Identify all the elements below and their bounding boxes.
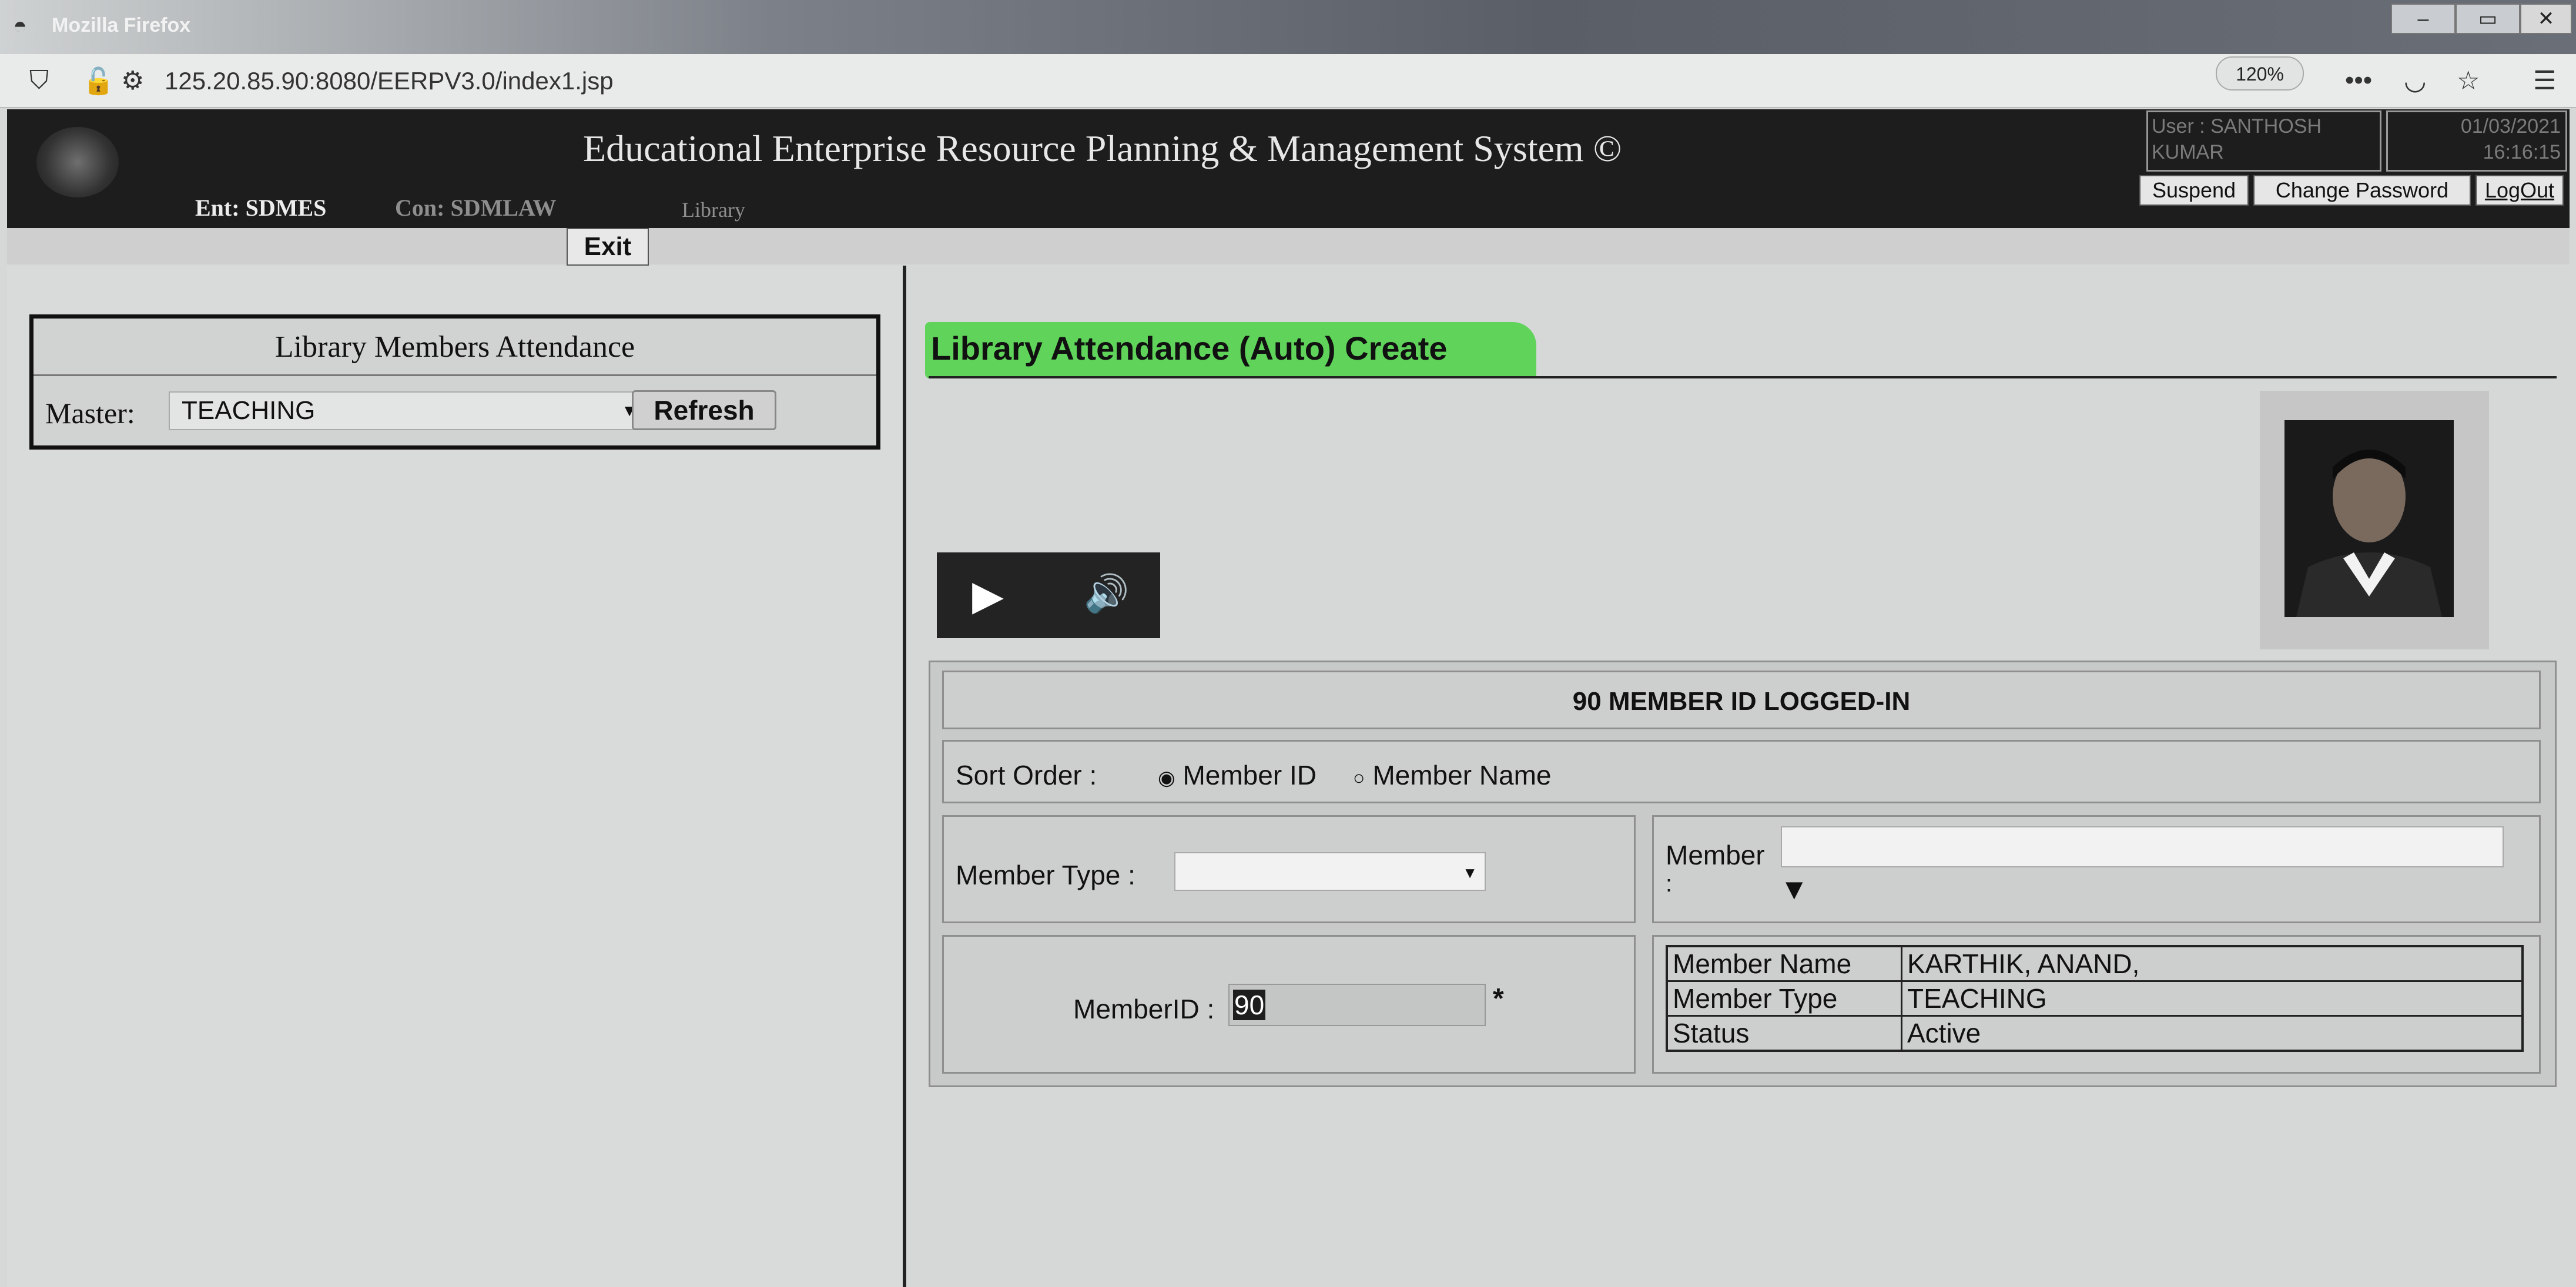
window-title: Mozilla Firefox bbox=[52, 14, 191, 36]
radio-selected-icon: ◉ bbox=[1158, 767, 1175, 789]
logout-button[interactable]: LogOut bbox=[2475, 175, 2564, 206]
radio-label-member-id: Member ID bbox=[1183, 760, 1317, 790]
info-label: Status bbox=[1666, 1015, 1902, 1052]
box-title: Library Members Attendance bbox=[34, 319, 876, 376]
date-time-display: 01/03/2021 16:16:15 bbox=[2386, 110, 2567, 172]
table-row: Status Active bbox=[1666, 1015, 2524, 1052]
volume-icon[interactable]: 🔊 bbox=[1084, 572, 1129, 615]
logged-in-message: 90 MEMBER ID LOGGED-IN bbox=[942, 671, 2541, 729]
radio-label-member-name: Member Name bbox=[1372, 760, 1552, 790]
title-divider bbox=[929, 376, 2557, 378]
radio-unselected-icon: ○ bbox=[1353, 767, 1365, 789]
person-silhouette-icon bbox=[2284, 420, 2454, 617]
user-info: User : SANTHOSH KUMAR bbox=[2146, 110, 2381, 172]
member-label: Member bbox=[1666, 840, 1765, 870]
play-icon[interactable]: ▶ bbox=[972, 571, 1004, 619]
master-select-value: TEACHING bbox=[182, 396, 316, 425]
minimize-button[interactable]: – bbox=[2391, 4, 2456, 34]
sort-order-label: Sort Order : bbox=[956, 760, 1097, 790]
suspend-button[interactable]: Suspend bbox=[2139, 175, 2249, 206]
app-title: Educational Enterprise Resource Planning… bbox=[583, 128, 1622, 169]
member-row: Member : ▼ bbox=[1652, 815, 2541, 923]
member-type-row: Member Type : ▼ bbox=[942, 815, 1636, 923]
enterprise-label: Ent: SDMES bbox=[195, 195, 327, 221]
pocket-icon[interactable]: ◡ bbox=[2404, 66, 2426, 96]
member-id-value: 90 bbox=[1233, 990, 1266, 1020]
info-label: Member Name bbox=[1666, 945, 1902, 982]
info-value: Active bbox=[1901, 1015, 2524, 1052]
app-header: Educational Enterprise Resource Planning… bbox=[7, 109, 2570, 228]
menu-icon[interactable]: ☰ bbox=[2533, 66, 2556, 96]
exit-button[interactable]: Exit bbox=[567, 228, 649, 266]
sort-order-row: Sort Order : ◉ Member ID ○ Member Name bbox=[942, 740, 2541, 803]
info-value: KARTHIK, ANAND, bbox=[1901, 945, 2524, 982]
module-label: Library bbox=[682, 198, 745, 222]
master-select[interactable]: TEACHING ▼ bbox=[169, 391, 651, 430]
user-name-line2: KUMAR bbox=[2152, 141, 2224, 163]
refresh-button[interactable]: Refresh bbox=[632, 390, 776, 430]
maximize-button[interactable]: ▭ bbox=[2456, 4, 2520, 34]
menu-bar bbox=[7, 228, 2570, 264]
shield-icon[interactable]: ⛉ bbox=[29, 66, 49, 95]
member-id-row: MemberID : 90 * bbox=[942, 935, 1636, 1074]
change-password-button[interactable]: Change Password bbox=[2253, 175, 2471, 206]
member-search-input[interactable] bbox=[1781, 826, 2504, 867]
concern-label: Con: SDMLAW bbox=[395, 195, 557, 221]
time-text: 16:16:15 bbox=[2483, 141, 2561, 163]
sort-by-member-name-radio[interactable]: ○ Member Name bbox=[1353, 759, 1552, 791]
dropdown-arrow-icon[interactable]: ▼ bbox=[1780, 872, 1809, 906]
user-name-line1: User : SANTHOSH bbox=[2152, 115, 2322, 138]
member-id-label: MemberID : bbox=[1073, 994, 1215, 1024]
info-label: Member Type bbox=[1666, 980, 1902, 1017]
info-value: TEACHING bbox=[1901, 980, 2524, 1017]
date-text: 01/03/2021 bbox=[2460, 115, 2561, 138]
member-type-label: Member Type : bbox=[956, 860, 1135, 890]
required-indicator: * bbox=[1493, 983, 1504, 1014]
table-row: Member Name KARTHIK, ANAND, bbox=[1666, 945, 2524, 982]
page-title: Library Attendance (Auto) Create bbox=[931, 330, 1448, 367]
library-members-attendance-box: Library Members Attendance Master: TEACH… bbox=[29, 314, 880, 450]
bookmark-star-icon[interactable]: ☆ bbox=[2457, 66, 2480, 96]
master-label: Master: bbox=[45, 397, 135, 430]
member-info-row: Member Name KARTHIK, ANAND, Member Type … bbox=[1652, 935, 2541, 1074]
attendance-form: 90 MEMBER ID LOGGED-IN Sort Order : ◉ Me… bbox=[929, 661, 2557, 1087]
member-photo-image bbox=[2284, 420, 2454, 617]
zoom-level-badge[interactable]: 120% bbox=[2216, 56, 2304, 91]
member-id-input[interactable]: 90 bbox=[1228, 984, 1486, 1026]
member-info-table: Member Name KARTHIK, ANAND, Member Type … bbox=[1666, 945, 2524, 1052]
chevron-down-icon: ▼ bbox=[1462, 864, 1478, 882]
insecure-lock-icon[interactable]: 🔓 bbox=[82, 66, 115, 96]
member-colon: : bbox=[1666, 871, 1673, 897]
member-type-select[interactable]: ▼ bbox=[1174, 852, 1486, 891]
sort-by-member-id-radio[interactable]: ◉ Member ID bbox=[1158, 759, 1317, 791]
page-actions-icon[interactable]: ••• bbox=[2345, 66, 2372, 95]
url-field[interactable]: 125.20.85.90:8080/EERPV3.0/index1.jsp bbox=[165, 67, 614, 95]
audio-player: ▶ 🔊 bbox=[937, 552, 1160, 638]
close-window-button[interactable]: ✕ bbox=[2520, 4, 2572, 34]
address-bar: ⛉ 🔓 ⚙ 125.20.85.90:8080/EERPV3.0/index1.… bbox=[0, 54, 2576, 108]
firefox-icon: ◓ bbox=[13, 13, 28, 39]
table-row: Member Type TEACHING bbox=[1666, 980, 2524, 1017]
page-title-highlight: Library Attendance (Auto) Create bbox=[925, 322, 1536, 378]
permissions-icon[interactable]: ⚙ bbox=[121, 66, 144, 96]
member-photo bbox=[2260, 391, 2489, 649]
browser-titlebar: ◓ Mozilla Firefox – ▭ ✕ bbox=[0, 0, 2576, 54]
institution-logo bbox=[36, 127, 119, 197]
